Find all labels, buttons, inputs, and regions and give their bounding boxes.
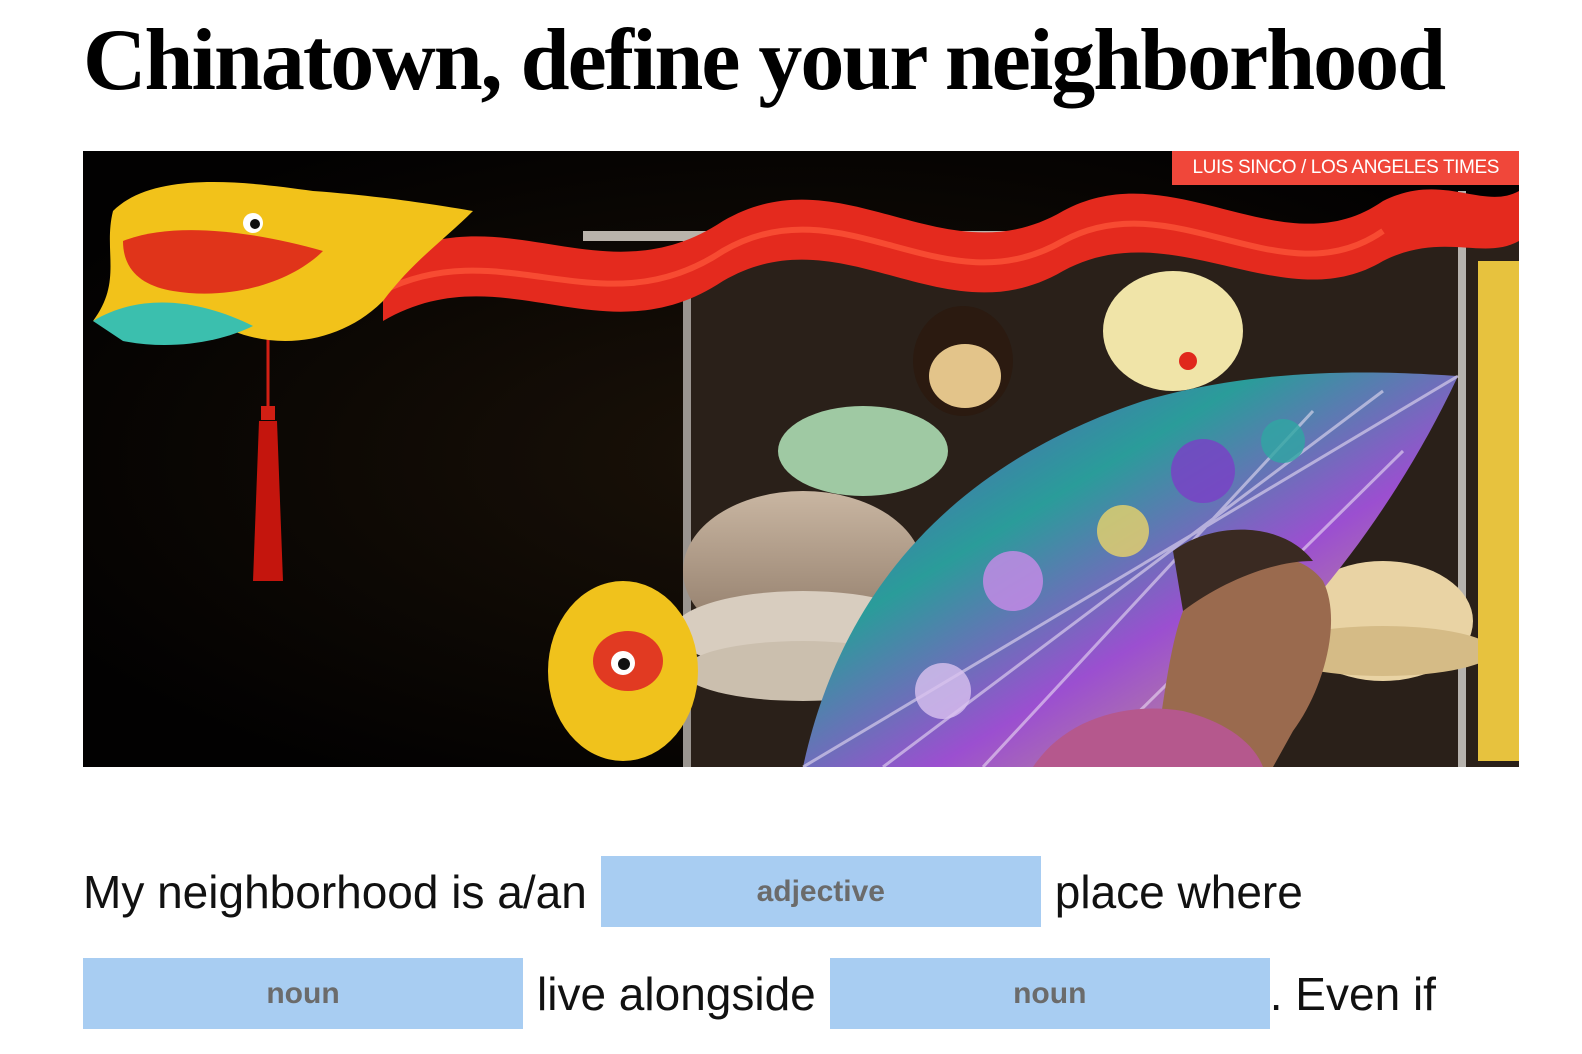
- madlib-text-place-where: place where: [1054, 865, 1303, 918]
- madlib-line-2: noun live alongside noun . Even if: [83, 958, 1523, 1029]
- adjective-blank-button[interactable]: adjective: [600, 856, 1041, 927]
- photo-credit: LUIS SINCO / LOS ANGELES TIMES: [1172, 151, 1519, 185]
- madlib-text-intro: My neighborhood is a/an: [83, 865, 587, 918]
- hero-photo: LUIS SINCO / LOS ANGELES TIMES: [83, 151, 1519, 767]
- noun-blank-button-2[interactable]: noun: [829, 958, 1270, 1029]
- madlib-paragraph: My neighborhood is a/an adjective place …: [83, 856, 1523, 1029]
- madlib-text-live-alongside: live alongside: [537, 967, 816, 1020]
- madlib-line-1: My neighborhood is a/an adjective place …: [83, 856, 1523, 927]
- madlib-text-even-if: . Even if: [1269, 967, 1436, 1020]
- noun-blank-button-1[interactable]: noun: [83, 958, 523, 1029]
- article-headline: Chinatown, define your neighborhood: [83, 12, 1446, 109]
- chinatown-photo-illustration: [83, 151, 1519, 767]
